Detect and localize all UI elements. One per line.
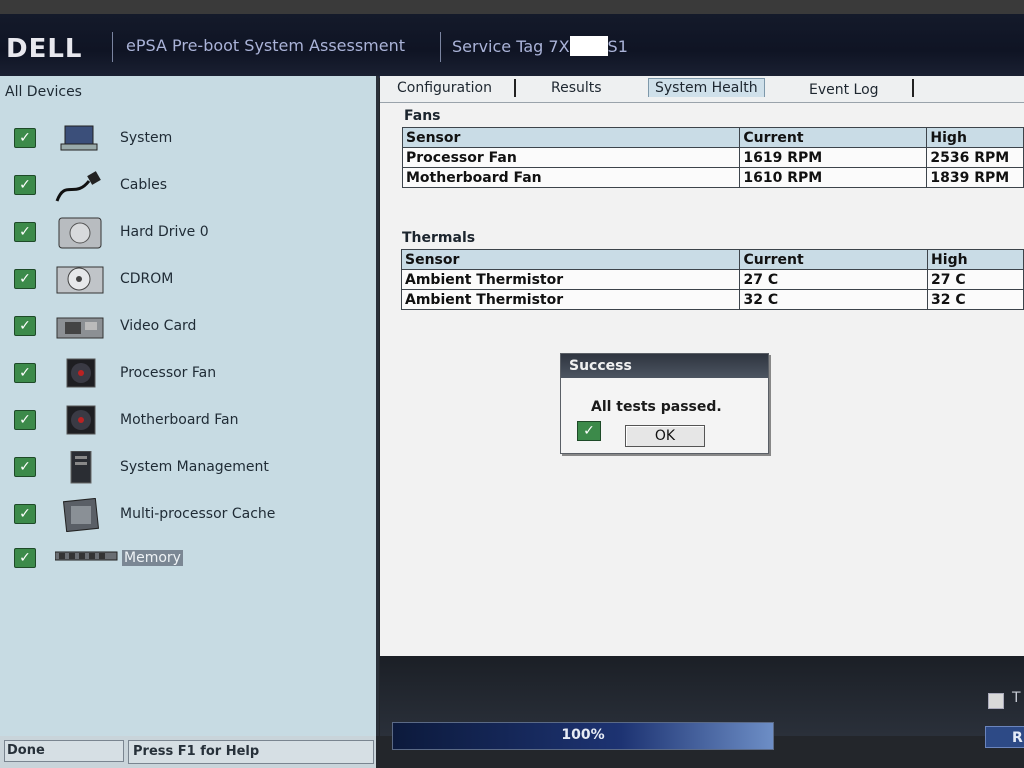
table-cell: 32 C [927,289,1024,310]
table-cell: Motherboard Fan [401,167,741,188]
device-item-system[interactable]: ✓ System [0,122,370,162]
laptop-icon [60,125,98,151]
column-header: Sensor [401,127,741,148]
device-label: Memory [122,550,183,566]
table-header-row: Sensor Current High [401,127,1024,148]
check-icon: ✓ [14,175,36,195]
device-item-cables[interactable]: ✓ Cables [0,169,370,209]
device-label: System Management [120,459,269,475]
all-devices-title: All Devices [5,84,82,100]
device-label: Motherboard Fan [120,412,239,428]
video-card-icon [56,317,104,339]
tab-separator [514,79,516,97]
device-item-video-card[interactable]: ✓ Video Card [0,310,370,350]
column-header: Sensor [400,249,741,270]
tab-system-health[interactable]: System Health [648,78,765,97]
table-cell: Processor Fan [401,147,741,168]
table-row: Motherboard Fan 1610 RPM 1839 RPM [401,167,1024,188]
tab-separator [912,79,914,97]
device-item-memory[interactable]: ✓ Memory [0,542,370,582]
device-label: Processor Fan [120,365,217,381]
check-icon: ✓ [14,316,36,336]
device-label: CDROM [120,271,174,287]
fans-section-title: Fans [404,108,441,124]
device-item-cdrom[interactable]: ✓ CDROM [0,263,370,303]
fan-icon [66,358,96,388]
check-icon: ✓ [14,548,36,568]
table-row: Ambient Thermistor 32 C 32 C [400,289,1024,310]
redaction-box [569,36,608,56]
device-item-multiprocessor-cache[interactable]: ✓ Multi-processor Cache [0,498,370,538]
device-list-panel: All Devices ✓ System ✓ Cables ✓ Hard Dri… [0,76,379,736]
device-item-processor-fan[interactable]: ✓ Processor Fan [0,357,370,397]
success-dialog: Success All tests passed. ✓ OK [560,353,769,454]
fans-table: Sensor Current High Processor Fan 1619 R… [401,127,1024,188]
device-item-hard-drive[interactable]: ✓ Hard Drive 0 [0,216,370,256]
action-button[interactable]: R [985,726,1024,748]
check-icon: ✓ [14,410,36,430]
table-cell: 27 C [927,269,1024,290]
table-header-row: Sensor Current High [400,249,1024,270]
table-row: Ambient Thermistor 27 C 27 C [400,269,1024,290]
status-bar: Done Press F1 for Help [0,736,376,768]
tab-event-log[interactable]: Event Log [809,82,879,98]
check-icon: ✓ [14,128,36,148]
device-label: Video Card [120,318,197,334]
table-cell: 32 C [739,289,929,310]
column-header: Current [739,127,928,148]
progress-percent: 100% [561,727,605,743]
dell-logo: DELL [6,34,83,64]
device-item-system-management[interactable]: ✓ System Management [0,451,370,491]
cdrom-icon [56,266,104,294]
service-tag: Service Tag 7X S1 [452,36,628,56]
header-separator [112,32,113,62]
dialog-title: Success [561,354,768,378]
tab-configuration[interactable]: Configuration [397,80,492,96]
service-tag-prefix: Service Tag 7X [452,37,570,56]
device-label: Hard Drive 0 [120,224,209,240]
option-checkbox-label: T [1012,690,1021,706]
table-cell: Ambient Thermistor [400,289,741,310]
system-management-icon [70,451,92,484]
memory-icon [55,551,118,561]
check-icon: ✓ [14,457,36,477]
table-cell: 27 C [739,269,929,290]
cable-icon [55,171,101,202]
status-text: Done [4,740,124,762]
check-icon: ✓ [14,363,36,383]
table-cell: 1839 RPM [926,167,1024,188]
table-cell: 1619 RPM [739,147,928,168]
ok-button[interactable]: OK [625,425,705,447]
check-icon: ✓ [14,222,36,242]
device-label: Cables [120,177,168,193]
table-cell: 2536 RPM [926,147,1024,168]
header-separator [440,32,441,62]
device-item-motherboard-fan[interactable]: ✓ Motherboard Fan [0,404,370,444]
thermals-section-title: Thermals [402,230,476,246]
thermals-table: Sensor Current High Ambient Thermistor 2… [400,249,1024,310]
header-bar: DELL ePSA Pre-boot System Assessment Ser… [0,14,1024,78]
tab-results[interactable]: Results [551,80,602,96]
check-icon: ✓ [14,269,36,289]
column-header: Current [739,249,929,270]
progress-bar: 100% [392,722,774,750]
column-header: High [926,127,1024,148]
table-cell: 1610 RPM [739,167,928,188]
dialog-message: All tests passed. [591,399,722,415]
app-title: ePSA Pre-boot System Assessment [126,36,406,55]
check-icon: ✓ [577,421,601,441]
device-label: Multi-processor Cache [120,506,276,522]
option-checkbox[interactable] [988,693,1004,709]
hard-drive-icon [58,217,102,249]
cpu-icon [62,498,100,532]
fan-icon [66,405,96,435]
service-tag-suffix: S1 [607,37,628,56]
tab-bar: Configuration Results System Health Even… [380,76,1024,103]
table-cell: Ambient Thermistor [400,269,741,290]
help-hint: Press F1 for Help [128,740,374,764]
device-label: System [120,130,173,146]
check-icon: ✓ [14,504,36,524]
column-header: High [927,249,1024,270]
table-row: Processor Fan 1619 RPM 2536 RPM [401,147,1024,168]
